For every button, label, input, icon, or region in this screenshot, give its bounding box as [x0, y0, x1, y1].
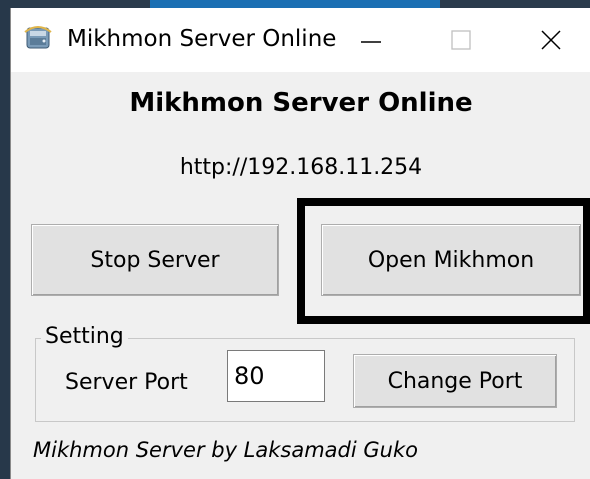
close-button[interactable] [511, 8, 590, 72]
screenshot-stage: Mikhmon Server Online Mikhmon Server Onl… [0, 0, 590, 479]
server-port-label: Server Port [65, 370, 188, 395]
background-taskbar-accent [150, 0, 440, 8]
open-mikhmon-button[interactable]: Open Mikhmon [321, 224, 581, 296]
mikhmon-window: Mikhmon Server Online Mikhmon Server Onl… [10, 8, 590, 479]
title-bar[interactable]: Mikhmon Server Online [11, 8, 590, 72]
desktop-left-edge [0, 0, 10, 479]
server-port-input[interactable] [227, 350, 325, 402]
maximize-button[interactable] [421, 8, 501, 72]
stop-server-button[interactable]: Stop Server [31, 224, 279, 296]
window-title: Mikhmon Server Online [67, 26, 337, 52]
setting-group-label: Setting [41, 324, 128, 349]
server-status-heading: Mikhmon Server Online [129, 88, 473, 118]
maximize-icon [451, 30, 471, 50]
close-icon [541, 30, 561, 50]
minimize-button[interactable] [331, 8, 411, 72]
server-url: http://192.168.11.254 [179, 155, 423, 180]
mikhmon-app-icon[interactable] [23, 22, 53, 52]
minimize-icon [361, 41, 381, 43]
change-port-button[interactable]: Change Port [353, 354, 557, 408]
author-credit: Mikhmon Server by Laksamadi Guko [33, 438, 418, 462]
